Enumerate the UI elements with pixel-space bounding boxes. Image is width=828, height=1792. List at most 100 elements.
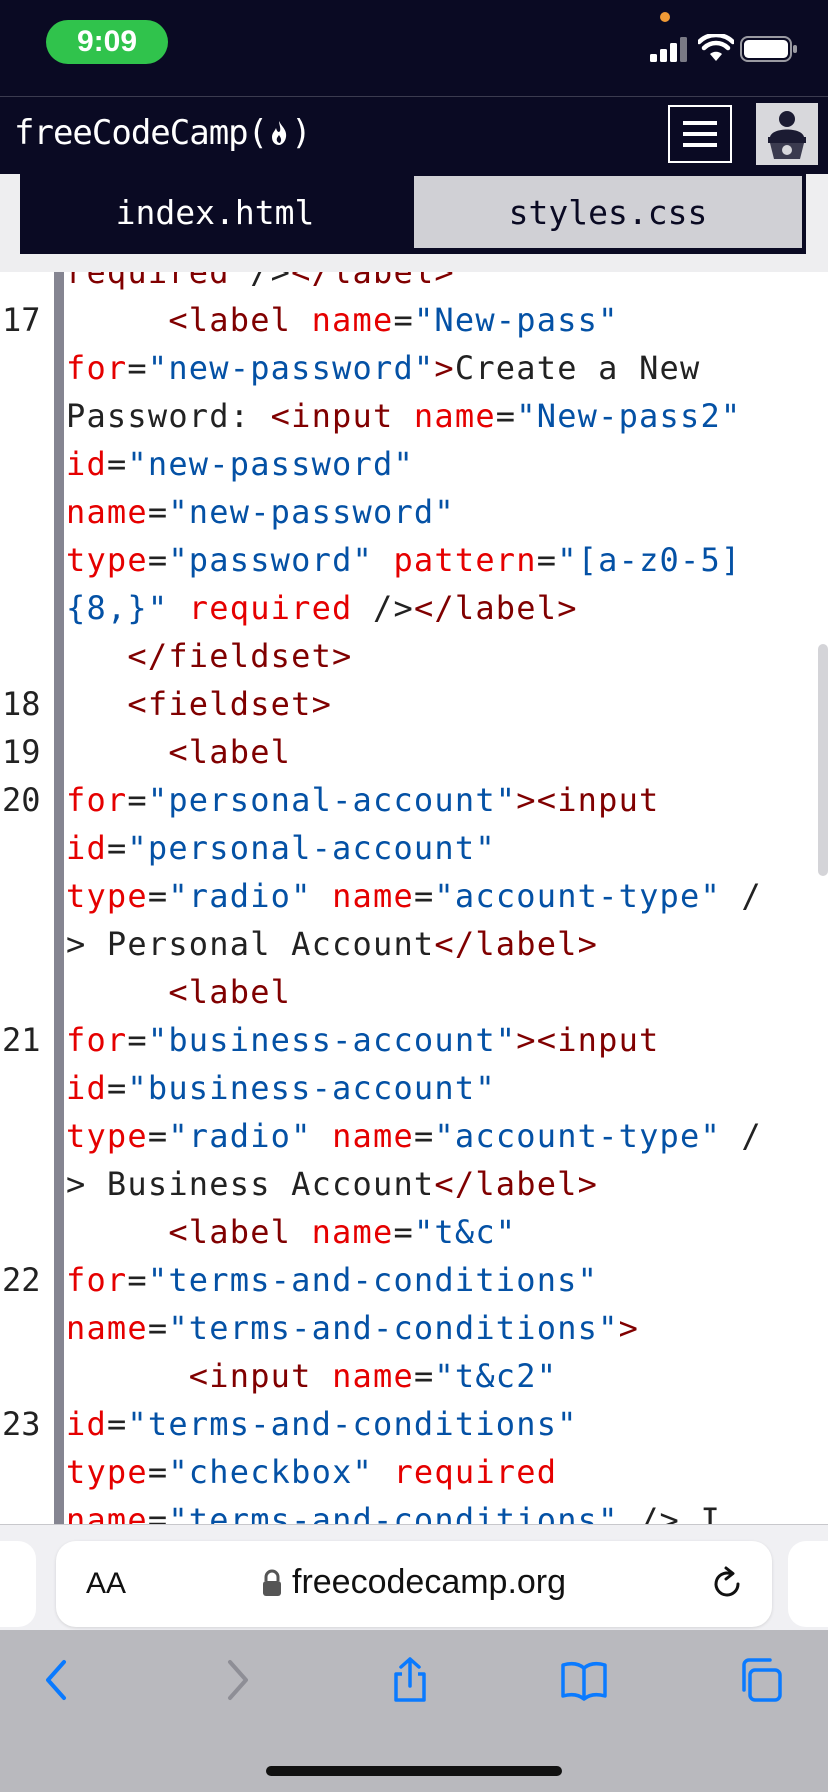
code-token-val: "business-account" [147, 1021, 517, 1059]
code-line[interactable]: type="checkbox" required [66, 1448, 557, 1496]
code-token-txt: Create a New [454, 349, 701, 387]
battery-icon [740, 36, 797, 62]
code-token-attr: name [66, 1309, 148, 1347]
code-line[interactable]: > Business Account</label> [66, 1160, 598, 1208]
line-number: 22 [2, 1261, 41, 1299]
line-number: 21 [2, 1021, 41, 1059]
code-token-val: "terms-and-conditions" [127, 1405, 578, 1443]
code-token-txt: /> I [618, 1501, 721, 1524]
code-token-attr: id [66, 829, 107, 867]
code-line[interactable]: type="radio" name="account-type" / [66, 872, 762, 920]
code-token-txt: Password: [66, 397, 271, 435]
code-token-val: "checkbox" [168, 1453, 373, 1491]
code-line[interactable]: type="password" pattern="[a-z0-5] [66, 536, 741, 584]
code-line[interactable]: <input name="t&c2" [66, 1352, 557, 1400]
code-token-val: "new-password" [168, 493, 455, 531]
code-token-val: "t&c" [413, 1213, 517, 1251]
code-token-txt: = [147, 493, 169, 531]
code-line[interactable]: type="radio" name="account-type" / [66, 1112, 762, 1160]
code-line[interactable]: id="new-password" [66, 440, 414, 488]
code-token-txt: = [106, 1069, 128, 1107]
code-line[interactable]: name="new-password" [66, 488, 455, 536]
code-line[interactable]: for="terms-and-conditions" [66, 1256, 598, 1304]
tabs-icon[interactable] [736, 1656, 784, 1704]
code-token-val: "business-account" [127, 1069, 496, 1107]
code-line[interactable]: for="personal-account"><input [66, 776, 660, 824]
code-token-attr: pattern [393, 541, 537, 579]
code-line[interactable]: <label [66, 968, 291, 1016]
code-line[interactable]: name="terms-and-conditions"> [66, 1304, 639, 1352]
code-token-txt: = [413, 877, 435, 915]
code-line[interactable]: name="terms-and-conditions" /> I [66, 1496, 721, 1524]
code-token-val: "terms-and-conditions" [168, 1501, 619, 1524]
code-token-val: "terms-and-conditions" [168, 1309, 619, 1347]
reload-icon[interactable] [708, 1565, 746, 1603]
code-token-txt: = [393, 301, 414, 339]
code-line[interactable]: for="new-password">Create a New [66, 344, 700, 392]
share-icon[interactable] [386, 1656, 434, 1704]
next-tab-card[interactable] [788, 1541, 828, 1627]
code-token-tag: <fieldset> [127, 685, 333, 723]
code-line[interactable]: id="business-account" [66, 1064, 496, 1112]
code-line[interactable]: <fieldset> [66, 680, 332, 728]
address-bar[interactable]: AA freecodecamp.org [56, 1541, 772, 1627]
code-line[interactable]: <label name="New-pass" [66, 296, 619, 344]
code-token-tag: required [66, 272, 230, 291]
code-token-tag: </label> [434, 925, 599, 963]
code-token-tag: ><input [516, 1021, 660, 1059]
code-token-txt: = [106, 829, 128, 867]
code-token-val: {8,}" [66, 589, 169, 627]
tab-index-html[interactable]: index.html [20, 174, 410, 250]
code-line[interactable]: required /></label> [66, 272, 455, 296]
code-token-attr: name [332, 1117, 414, 1155]
code-token-attr: type [66, 877, 148, 915]
code-line[interactable]: </fieldset> [66, 632, 353, 680]
forward-icon[interactable] [212, 1656, 260, 1704]
file-tabs: index.html styles.css [20, 174, 806, 254]
privacy-indicator-dot [660, 12, 670, 22]
code-token-attr: id [66, 1405, 107, 1443]
avatar-icon [756, 103, 818, 165]
code-token-txt: = [147, 1309, 169, 1347]
code-token-val: "personal-account" [127, 829, 496, 867]
status-time[interactable]: 9:09 [46, 20, 168, 64]
tab-styles-css[interactable]: styles.css [414, 176, 802, 248]
code-token-tag: <label [168, 973, 292, 1011]
code-token-attr: name [66, 493, 148, 531]
previous-tab-card[interactable] [0, 1541, 36, 1627]
user-avatar[interactable] [756, 103, 818, 165]
code-token-attr: name [332, 877, 414, 915]
code-token-txt: /> [352, 589, 414, 627]
fcc-navbar: freeCodeCamp( ) [0, 96, 828, 175]
code-line[interactable]: Password: <input name="New-pass2" [66, 392, 741, 440]
editor-scrollbar[interactable] [818, 644, 828, 876]
code-line[interactable]: id="terms-and-conditions" [66, 1400, 578, 1448]
code-token-val: "terms-and-conditions" [147, 1261, 599, 1299]
menu-button[interactable] [668, 105, 732, 163]
code-token-txt: = [127, 349, 148, 387]
reader-options-button[interactable]: AA [86, 1567, 126, 1601]
url-text[interactable]: freecodecamp.org [292, 1563, 566, 1602]
code-token-attr: for [66, 349, 128, 387]
code-line[interactable]: <label [66, 728, 291, 776]
bookmarks-icon[interactable] [560, 1656, 608, 1704]
code-token-txt: / [720, 877, 762, 915]
code-line[interactable]: {8,}" required /></label> [66, 584, 578, 632]
code-line[interactable]: <label name="t&c" [66, 1208, 516, 1256]
code-token-val: "new-password" [147, 349, 435, 387]
code-line[interactable]: > Personal Account</label> [66, 920, 598, 968]
fcc-logo[interactable]: freeCodeCamp( ) [14, 113, 312, 153]
code-line[interactable]: for="business-account"><input [66, 1016, 660, 1064]
code-editor[interactable]: required /></label> <label name="New-pas… [0, 272, 828, 1524]
back-icon[interactable] [34, 1656, 82, 1704]
code-token-val: "radio" [168, 1117, 312, 1155]
code-line[interactable]: id="personal-account" [66, 824, 496, 872]
